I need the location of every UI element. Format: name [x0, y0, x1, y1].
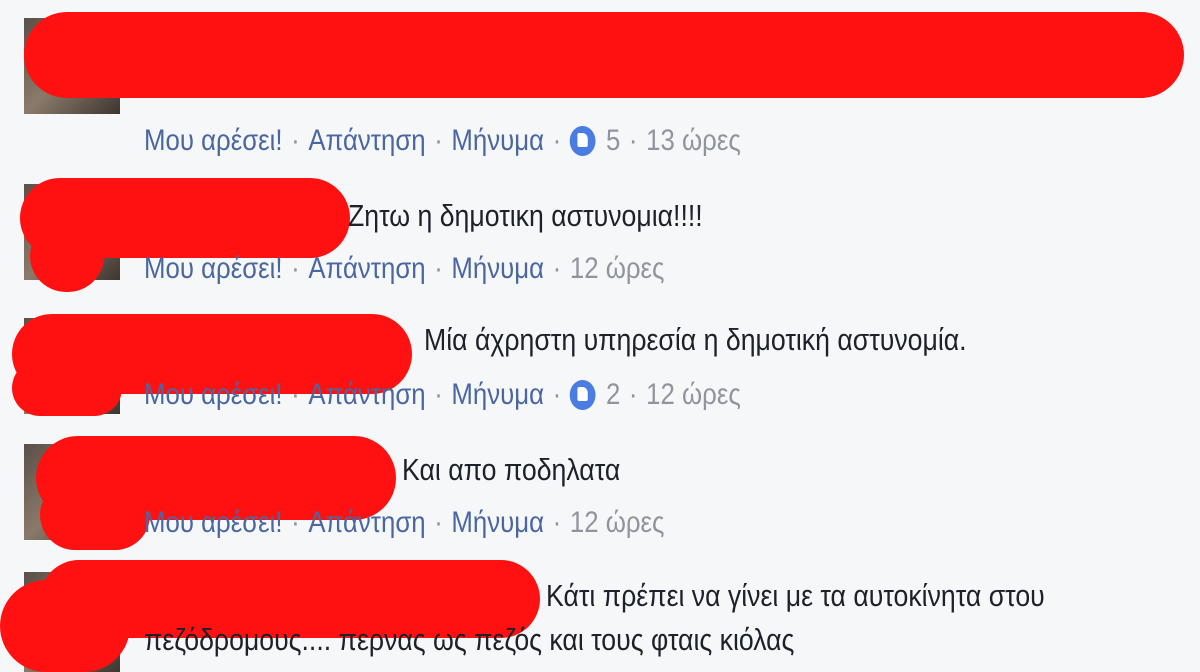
- comment-1: Μου αρέσει! · Απάντηση · Μήνυμα · 5 · 13…: [0, 0, 1200, 170]
- like-thumb-icon[interactable]: [569, 126, 596, 156]
- comment-2: Ζητω η δημοτικη αστυνομια!!!! Μου αρέσει…: [0, 170, 1200, 300]
- comment-text: Και απο ποδηλατα: [402, 452, 621, 487]
- like-count[interactable]: 2: [606, 378, 620, 412]
- comment-actions: Μου αρέσει! · Απάντηση · Μήνυμα · 2 · 12…: [144, 378, 741, 412]
- comment-text: Ζητω η δημοτικη αστυνομια!!!!: [348, 198, 703, 233]
- separator: ·: [434, 378, 443, 411]
- separator: ·: [291, 506, 300, 539]
- separator: ·: [628, 124, 638, 157]
- reply-link[interactable]: Απάντηση: [308, 252, 425, 286]
- comment-actions: Μου αρέσει! · Απάντηση · Μήνυμα · 12 ώρε…: [144, 252, 664, 286]
- timestamp[interactable]: 12 ώρες: [570, 252, 665, 286]
- redaction-mark: [12, 360, 122, 416]
- separator: ·: [628, 378, 638, 411]
- reply-link[interactable]: Απάντηση: [308, 124, 425, 158]
- like-link[interactable]: Μου αρέσει!: [144, 506, 283, 540]
- separator: ·: [552, 252, 562, 285]
- like-link[interactable]: Μου αρέσει!: [144, 378, 283, 412]
- comment-text-continued: πεζόδρομους.... περνας ως πεζός και τους…: [144, 622, 795, 657]
- message-link[interactable]: Μήνυμα: [451, 252, 544, 286]
- like-count[interactable]: 5: [606, 124, 620, 158]
- separator: ·: [552, 124, 562, 157]
- comment-5: Κάτι πρέπει να γίνει με τα αυτοκίνητα στ…: [0, 560, 1200, 672]
- comment-3: Μία άχρηστη υπηρεσία η δημοτική αστυνομί…: [0, 300, 1200, 430]
- message-link[interactable]: Μήνυμα: [451, 506, 544, 540]
- comment-actions: Μου αρέσει! · Απάντηση · Μήνυμα · 12 ώρε…: [144, 506, 664, 540]
- redaction-mark: [24, 12, 1184, 98]
- separator: ·: [434, 124, 443, 157]
- separator: ·: [291, 378, 300, 411]
- like-thumb-icon[interactable]: [569, 380, 596, 410]
- redaction-mark: [0, 580, 130, 672]
- separator: ·: [291, 252, 300, 285]
- comment-4: Και απο ποδηλατα Μου αρέσει! · Απάντηση …: [0, 430, 1200, 560]
- separator: ·: [552, 506, 562, 539]
- message-link[interactable]: Μήνυμα: [451, 124, 544, 158]
- like-link[interactable]: Μου αρέσει!: [144, 124, 283, 158]
- timestamp[interactable]: 12 ώρες: [646, 378, 741, 412]
- separator: ·: [434, 506, 443, 539]
- comment-text: Κάτι πρέπει να γίνει με τα αυτοκίνητα στ…: [546, 578, 1045, 613]
- separator: ·: [291, 124, 300, 157]
- redaction-mark: [30, 220, 104, 292]
- redaction-mark: [40, 480, 150, 550]
- reply-link[interactable]: Απάντηση: [308, 506, 425, 540]
- like-link[interactable]: Μου αρέσει!: [144, 252, 283, 286]
- separator: ·: [434, 252, 443, 285]
- message-link[interactable]: Μήνυμα: [451, 378, 544, 412]
- reply-link[interactable]: Απάντηση: [308, 378, 425, 412]
- timestamp[interactable]: 12 ώρες: [570, 506, 665, 540]
- comment-text: Μία άχρηστη υπηρεσία η δημοτική αστυνομί…: [424, 322, 967, 357]
- separator: ·: [552, 378, 562, 411]
- timestamp[interactable]: 13 ώρες: [646, 124, 741, 158]
- comment-actions: Μου αρέσει! · Απάντηση · Μήνυμα · 5 · 13…: [144, 124, 741, 158]
